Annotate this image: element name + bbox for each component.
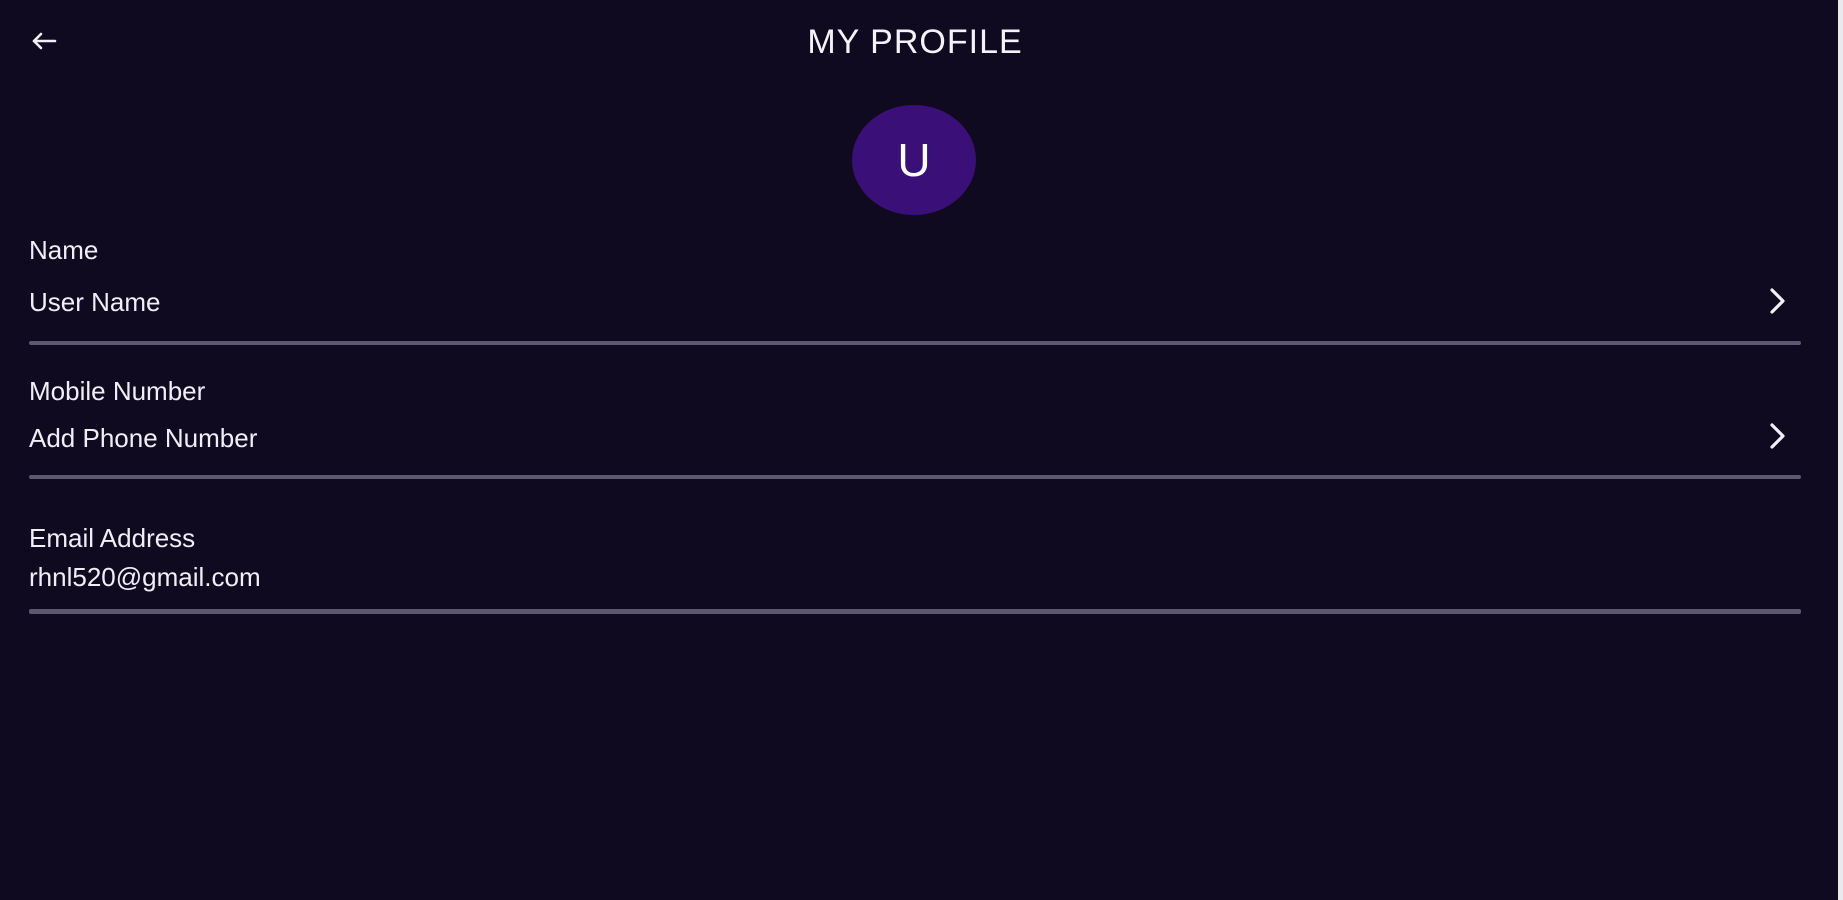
chevron-right-icon[interactable]: [1765, 285, 1789, 317]
mobile-number-label: Mobile Number: [29, 376, 206, 406]
page-title: MY PROFILE: [807, 23, 1023, 61]
email-field: Email Address rhnl520@gmail.com: [29, 521, 1801, 621]
mobile-number-field[interactable]: Mobile Number Add Phone Number: [29, 372, 1801, 487]
avatar[interactable]: U: [852, 105, 976, 215]
name-divider: [29, 341, 1801, 345]
profile-screen: MY PROFILE U Name User Name Mobile Numbe…: [0, 0, 1843, 900]
email-value: rhnl520@gmail.com: [29, 562, 261, 592]
mobile-number-divider: [29, 475, 1801, 479]
chevron-right-icon[interactable]: [1765, 420, 1789, 452]
name-value: User Name: [29, 287, 161, 317]
top-bar: MY PROFILE: [0, 0, 1830, 84]
avatar-initial: U: [897, 134, 931, 186]
email-divider: [29, 609, 1801, 614]
name-label: Name: [29, 235, 99, 265]
window-edge: [1838, 0, 1843, 900]
name-field[interactable]: Name User Name: [29, 235, 1801, 350]
mobile-number-value: Add Phone Number: [29, 423, 258, 453]
email-label: Email Address: [29, 523, 196, 553]
